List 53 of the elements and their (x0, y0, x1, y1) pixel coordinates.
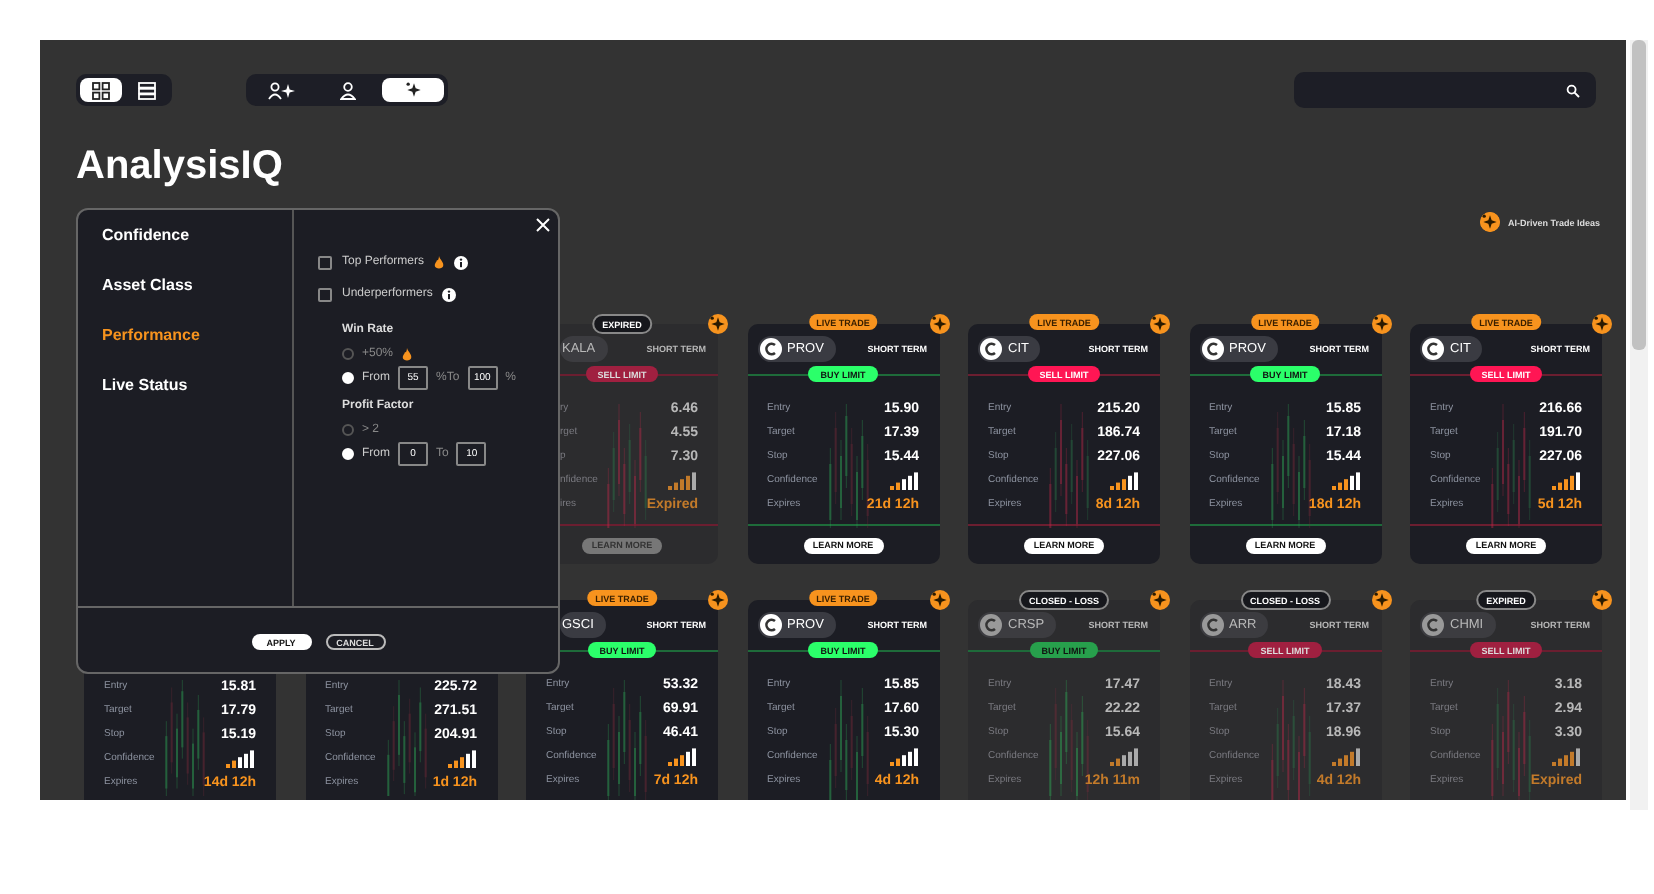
logo-icon (759, 338, 781, 360)
page-title: AnalysisIQ (76, 144, 285, 188)
filter-category[interactable]: Confidence (102, 224, 292, 248)
sparkle-icon (1592, 314, 1612, 334)
checkbox[interactable] (318, 255, 332, 269)
logo-icon (1422, 614, 1444, 636)
radio-button[interactable] (342, 424, 354, 436)
candlestick-drawing (1486, 404, 1534, 528)
checkbox[interactable] (318, 287, 332, 301)
user-icon (339, 81, 355, 99)
logo-icon (1201, 338, 1223, 360)
sparkle-icon (708, 314, 728, 334)
info-icon (454, 255, 469, 269)
user-sparkle-icon (267, 81, 295, 99)
sparkle-icon (1371, 590, 1391, 610)
view-toggle-button[interactable] (80, 78, 122, 102)
candlestick-drawing (381, 680, 429, 796)
sparkle-icon (929, 314, 949, 334)
logo-icon (1201, 614, 1223, 636)
sparkle-icon (1479, 212, 1500, 232)
scrollbar-thumb[interactable] (1632, 40, 1646, 350)
sparkle-icon (708, 590, 728, 610)
candlestick-drawing (1044, 404, 1092, 528)
candlestick-drawing (1265, 680, 1313, 800)
sparkle-icon (403, 80, 423, 100)
candlestick-drawing (823, 680, 871, 800)
search-field[interactable] (1294, 72, 1596, 108)
scrollbar[interactable] (1630, 40, 1648, 810)
mode-toggle-button[interactable] (382, 78, 444, 102)
logo-icon (980, 338, 1002, 360)
sparkle-icon (1150, 314, 1170, 334)
filter-category[interactable]: Live Status (102, 374, 292, 398)
logo-icon (759, 614, 781, 636)
logo-icon (980, 614, 1002, 636)
filter-category[interactable]: Performance (102, 324, 292, 348)
candlestick-drawing (823, 404, 871, 528)
list-icon (138, 81, 156, 99)
candlestick-drawing (1486, 680, 1534, 800)
sparkle-icon (929, 590, 949, 610)
filter-category[interactable]: Asset Class (102, 274, 292, 298)
info-icon (442, 287, 457, 301)
close-icon[interactable] (536, 218, 550, 232)
candlestick-drawing (602, 680, 650, 800)
candlestick-drawing (1265, 404, 1313, 528)
candlestick-drawing (602, 404, 650, 528)
grid-icon (92, 81, 110, 99)
candlestick-drawing (160, 680, 208, 796)
sparkle-icon (1150, 590, 1170, 610)
sparkle-icon (1371, 314, 1391, 334)
radio-button[interactable] (342, 348, 354, 360)
search-icon (1566, 83, 1580, 97)
logo-icon (1422, 338, 1444, 360)
sparkle-icon (1592, 590, 1612, 610)
